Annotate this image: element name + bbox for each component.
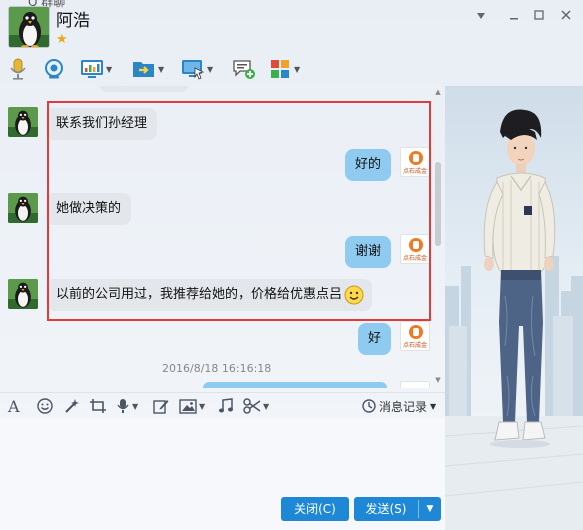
- chat-window: Q 群聊 阿浩 ★ ▼ ▼ ▼ ▼ 联系我们孙经理 好的 点石成金 她做决策的 …: [0, 0, 583, 530]
- remote-desktop-button[interactable]: ▼: [181, 56, 213, 82]
- dropdown-menu-icon[interactable]: [472, 8, 490, 24]
- magic-icon: [65, 399, 79, 413]
- scroll-down-icon[interactable]: ▼: [434, 376, 442, 384]
- font-icon: A: [8, 396, 20, 416]
- outgoing-message[interactable]: 好: [358, 323, 392, 355]
- contact-avatar[interactable]: [8, 107, 38, 137]
- contact-avatar[interactable]: [8, 6, 50, 48]
- contact-avatar[interactable]: [8, 279, 38, 309]
- send-label: 发送(S): [365, 502, 407, 516]
- incoming-message[interactable]: 以前的公司用过，我推荐给她的，价格给优惠点吕: [46, 279, 373, 311]
- voice-call-button[interactable]: [6, 56, 30, 82]
- sender-logo-text: 点石成金: [402, 168, 427, 175]
- video-camera-icon: [42, 57, 66, 81]
- music-button[interactable]: [218, 397, 234, 415]
- edit-button[interactable]: [153, 397, 169, 415]
- font-button[interactable]: A: [8, 396, 20, 416]
- character-show-panel: [445, 86, 583, 530]
- screen-share-button[interactable]: ▼: [80, 56, 112, 82]
- character-illustration: [445, 109, 583, 530]
- screen-share-icon: [80, 57, 104, 81]
- scrollbar[interactable]: ▲ ▼: [434, 88, 442, 384]
- file-transfer-button[interactable]: ▼: [132, 56, 164, 82]
- scissors-button[interactable]: ▼: [243, 397, 269, 415]
- microphone-icon: [6, 57, 30, 81]
- contact-name[interactable]: 阿浩: [56, 6, 90, 31]
- sender-logo: [400, 381, 430, 388]
- minimize-icon[interactable]: [505, 8, 523, 24]
- music-icon: [219, 398, 233, 413]
- vip-star-icon[interactable]: ★: [56, 32, 68, 47]
- apps-button[interactable]: ▼: [268, 56, 300, 82]
- voice-message-button[interactable]: ▼: [116, 397, 138, 415]
- chat-toolbar: ▼ ▼ ▼ ▼: [0, 52, 583, 86]
- new-chat-button[interactable]: [232, 56, 256, 82]
- image-icon: [179, 398, 197, 414]
- apps-icon: [268, 57, 292, 81]
- sender-logo-text: 点石成金: [402, 342, 427, 349]
- message-history-button[interactable]: 消息记录 ▼: [362, 397, 436, 415]
- clock-icon: [362, 399, 376, 413]
- chevron-down-icon[interactable]: ▼: [132, 402, 138, 411]
- incoming-message[interactable]: 她做决策的: [46, 193, 132, 225]
- contact-avatar[interactable]: [8, 193, 38, 223]
- scissors-icon: [243, 398, 261, 414]
- send-options-icon[interactable]: ▼: [420, 497, 440, 521]
- input-toolbar: A ▼ ▼ ▼ 消息记录 ▼: [0, 392, 445, 418]
- close-button[interactable]: 关闭(C): [281, 497, 349, 521]
- maximize-icon[interactable]: [530, 8, 548, 24]
- emoji-icon: [37, 398, 53, 414]
- outgoing-message[interactable]: 好的: [345, 149, 392, 181]
- chat-history[interactable]: 联系我们孙经理 好的 点石成金 她做决策的 谢谢 点石成金 以前的公司用过，我推…: [0, 86, 445, 388]
- edit-icon: [153, 400, 169, 414]
- chevron-down-icon[interactable]: ▼: [207, 65, 213, 74]
- file-transfer-icon: [132, 57, 156, 81]
- smile-emoji-icon: [344, 285, 364, 305]
- screenshot-icon: [90, 399, 106, 413]
- voice-icon: [117, 399, 129, 413]
- message-history-label: 消息记录: [379, 399, 428, 414]
- emoji-button[interactable]: [37, 397, 53, 415]
- incoming-message-text: 以前的公司用过，我推荐给她的，价格给优惠点吕: [56, 287, 343, 302]
- chevron-down-icon[interactable]: ▼: [294, 65, 300, 74]
- chevron-down-icon[interactable]: ▼: [263, 402, 269, 411]
- chevron-down-icon[interactable]: ▼: [106, 65, 112, 74]
- send-separator: [418, 500, 419, 518]
- timestamp: 2016/8/18 16:16:18: [162, 362, 272, 375]
- send-button[interactable]: 发送(S) ▼: [354, 497, 441, 521]
- screenshot-button[interactable]: [89, 397, 107, 415]
- close-icon[interactable]: [557, 8, 575, 24]
- scroll-thumb[interactable]: [435, 162, 441, 246]
- sender-logo[interactable]: 点石成金: [400, 234, 430, 264]
- remote-desktop-icon: [181, 57, 205, 81]
- chevron-down-icon[interactable]: ▼: [430, 402, 436, 411]
- sender-logo[interactable]: 点石成金: [400, 147, 430, 177]
- header: Q 群聊 阿浩 ★: [0, 0, 583, 52]
- outgoing-message[interactable]: 谢谢: [345, 236, 392, 268]
- next-message-fragment: [203, 382, 387, 388]
- magic-button[interactable]: [64, 397, 80, 415]
- chevron-down-icon[interactable]: ▼: [199, 402, 205, 411]
- new-chat-icon: [232, 57, 256, 81]
- video-call-button[interactable]: [42, 56, 66, 82]
- incoming-message[interactable]: 联系我们孙经理: [46, 108, 158, 140]
- image-button[interactable]: ▼: [179, 397, 205, 415]
- previous-message-fragment: [100, 86, 188, 92]
- scroll-up-icon[interactable]: ▲: [434, 88, 442, 96]
- chevron-down-icon[interactable]: ▼: [158, 65, 164, 74]
- sender-logo[interactable]: 点石成金: [400, 321, 430, 351]
- sender-logo-text: 点石成金: [402, 255, 427, 262]
